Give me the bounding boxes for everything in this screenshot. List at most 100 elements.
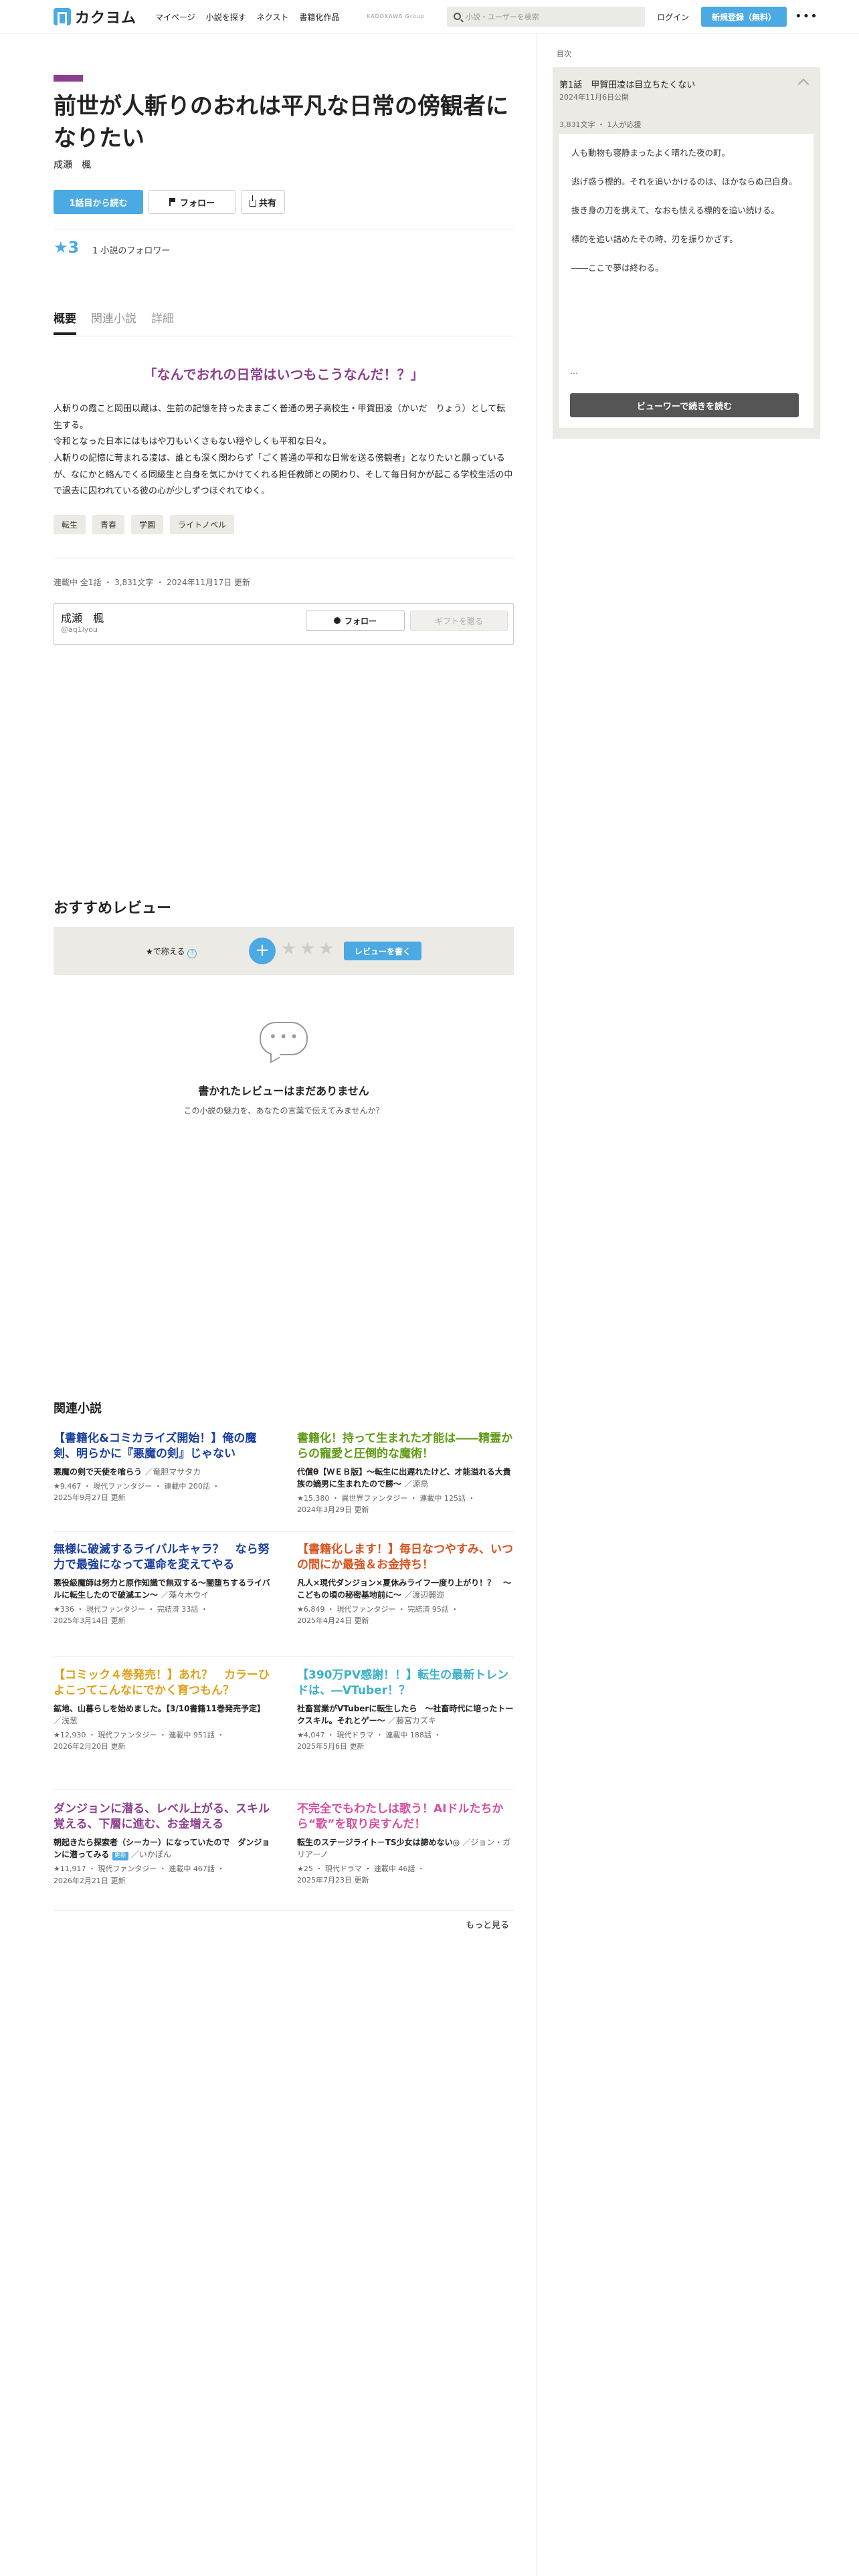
related-meta: ★15,380 ・ 異世界ファンタジー ・ 連載中 125話 ・ 2024年3月2… xyxy=(297,1493,516,1516)
login-link[interactable]: ログイン xyxy=(657,11,689,23)
related-meta: ★336 ・ 現代ファンタジー ・ 完結済 33話 ・ 2025年3月14日 更新 xyxy=(54,1604,273,1627)
episode-title[interactable]: 第1話 甲賀田凌は目立ちたくない xyxy=(559,78,695,90)
signup-button[interactable]: 新規登録（無料） xyxy=(701,7,787,27)
related-work-title[interactable]: 悪役級魔師は努力と原作知識で無双する～闇堕ちするライバルに転生したので破滅エン～… xyxy=(54,1577,273,1601)
related-meta-line: 2025年3月14日 更新 xyxy=(54,1616,126,1626)
intro-paragraph: 人斬りの記憶に苛まれる凌は、誰とも深く関わらず「ごく普通の平和な日常を送る傍観者… xyxy=(54,453,513,497)
read-from-first-button[interactable]: 1話目から読む xyxy=(54,190,143,214)
add-star-button[interactable]: + xyxy=(249,938,276,964)
related-item[interactable]: 【書籍化します！】毎日なつやすみ、いつの間にか最強＆お金持ち！ 凡人×現代ダンジョ… xyxy=(297,1542,516,1627)
related-catchphrase[interactable]: 【390万PV感謝！！】転生の最新トレンドは、―VTuber！？ xyxy=(297,1668,516,1699)
related-author[interactable]: ／藤宮カズキ xyxy=(388,1716,436,1725)
tag[interactable]: 青春 xyxy=(92,515,125,534)
related-work-title[interactable]: 鉱地、山暮らしを始めました。【3/10書籍11巻発売予定】 ／浅葱 xyxy=(54,1703,273,1727)
tab-overview[interactable]: 概要 xyxy=(54,309,76,335)
more-menu-icon[interactable]: ••• xyxy=(795,9,818,23)
related-meta-line: ★6,849 ・ 現代ファンタジー ・ 完結済 95話 ・ xyxy=(297,1604,459,1614)
preview-line: 逃げ惑う標的。それを追いかけるのは、ほかならぬ己自身。 xyxy=(571,176,797,187)
write-review-button[interactable]: レビューを書く xyxy=(344,942,421,960)
nav-next[interactable]: ネクスト xyxy=(257,11,289,23)
related-author[interactable]: ／藻々木ウイ xyxy=(161,1590,209,1600)
related-work-name: 転生のステージライト－TS少女は諦めない◎ xyxy=(297,1837,460,1847)
related-work-title[interactable]: 朝起きたら探索者（シーカー）になっていたので ダンジョンに潜ってみる 更新 ／い… xyxy=(54,1836,273,1861)
related-item[interactable]: 無様に破滅するライバルキャラ？ なら努力で最強になって運命を変えてやる悪役級魔師… xyxy=(54,1542,273,1627)
tab-details[interactable]: 詳細 xyxy=(151,309,174,335)
share-button[interactable]: 共有 xyxy=(241,190,285,214)
related-meta: ★12,930 ・ 現代ファンタジー ・ 連載中 951話 ・ 2026年2月20… xyxy=(54,1729,273,1753)
star-rating: ★3 xyxy=(54,238,80,257)
empty-star-icon[interactable]: ★ xyxy=(318,939,334,959)
related-item[interactable]: 書籍化！持って生まれた才能は――精霊からの寵愛と圧倒的な魔術！ 代償θ【ＷＥＢ版】… xyxy=(297,1431,516,1516)
tag[interactable]: 転生 xyxy=(54,515,86,534)
related-catchphrase[interactable]: 無様に破滅するライバルキャラ？ なら努力で最強になって運命を変えてやる xyxy=(54,1542,273,1573)
related-item[interactable]: ダンジョンに潜る、レベル上がる、スキル覚える、下層に進む、お金増える朝起きたら探… xyxy=(54,1802,273,1887)
no-reviews-title: 書かれたレビューはまだありません xyxy=(198,1085,369,1097)
related-author[interactable]: ／いかぽん xyxy=(131,1850,171,1859)
tab-related[interactable]: 関連小説 xyxy=(91,309,136,335)
related-catchphrase[interactable]: 【書籍化します！】毎日なつやすみ、いつの間にか最強＆お金持ち！ xyxy=(297,1542,516,1573)
nav-published[interactable]: 書籍化作品 xyxy=(299,11,339,23)
site-logo[interactable]: カクヨム xyxy=(54,6,136,27)
empty-star-icon[interactable]: ★ xyxy=(300,939,315,959)
share-icon xyxy=(249,195,256,207)
related-item[interactable]: 不完全でもわたしは歌う！AIドルたちから“歌”を取り戻すんだ！ 転生のステージライ… xyxy=(297,1802,516,1887)
tag[interactable]: ライトノベル xyxy=(170,515,235,534)
nav-mypage[interactable]: マイページ xyxy=(155,11,195,23)
related-item[interactable]: 【書籍化&コミカライズ開始！】俺の魔剣、明らかに『悪魔の剣』じゃない悪魔の剣で天… xyxy=(54,1431,273,1504)
related-author[interactable]: ／渡辺麗迩 xyxy=(404,1590,444,1600)
author-link[interactable]: 成瀬 楓 xyxy=(54,158,91,171)
related-meta-line: ★11,917 ・ 現代ファンタジー ・ 連載中 467話 ・ xyxy=(54,1864,225,1874)
nav-find-novels[interactable]: 小説を探す xyxy=(206,11,246,23)
related-work-title[interactable]: 社畜営業がVTuberに転生したら ～社畜時代に培ったトークスキル。それとゲー～… xyxy=(297,1703,516,1727)
speech-bubble-icon: ••• xyxy=(260,1022,308,1055)
related-meta: ★4,047 ・ 現代ドラマ ・ 連載中 188話 ・ 2025年5月6日 更新 xyxy=(297,1729,516,1753)
work-meta: 連載中 全1話 ・ 3,831文字 ・ 2024年11月17日 更新 xyxy=(54,578,250,587)
related-meta-line: ★4,047 ・ 現代ドラマ ・ 連載中 188話 ・ xyxy=(297,1730,442,1739)
preview-line: 人も動物も寝静まったよく晴れた夜の町。 xyxy=(571,148,731,158)
preview-line: 標的を追い詰めたその時、刃を振りかざす。 xyxy=(571,233,738,244)
user-plus-icon xyxy=(333,617,341,624)
help-icon[interactable]: ? xyxy=(187,949,197,958)
main-nav: マイページ 小説を探す ネクスト 書籍化作品 xyxy=(155,11,339,23)
related-heading: 関連小説 xyxy=(54,1402,102,1416)
preview-line: 抜き身の刀を携えて、なおも怯える標的を追い続ける。 xyxy=(571,205,779,215)
related-meta-line: ★12,930 ・ 現代ファンタジー ・ 連載中 951話 ・ xyxy=(54,1730,225,1739)
related-item[interactable]: 【390万PV感謝！！】転生の最新トレンドは、―VTuber！？ 社畜営業がVTu… xyxy=(297,1668,516,1753)
related-author[interactable]: ／浅葱 xyxy=(54,1716,78,1725)
related-work-title[interactable]: 悪魔の剣で天使を喰らう ／竜胆マサタカ xyxy=(54,1466,273,1478)
author-card-name[interactable]: 成瀬 楓 xyxy=(61,609,104,625)
viewer-continue-button[interactable]: ビューワーで続きを読む xyxy=(570,393,799,417)
logo-mark-icon xyxy=(54,8,71,25)
follow-label: フォロー xyxy=(179,198,215,209)
follow-author-button[interactable]: フォロー xyxy=(306,611,405,631)
related-meta-line: 2026年2月21日 更新 xyxy=(54,1876,126,1885)
related-author[interactable]: ／竜胆マサタカ xyxy=(145,1467,201,1477)
related-catchphrase[interactable]: ダンジョンに潜る、レベル上がる、スキル覚える、下層に進む、お金増える xyxy=(54,1802,273,1832)
toc-label: 目次 xyxy=(557,49,571,58)
search-input[interactable]: 小説・ユーザーを検索 xyxy=(447,7,645,27)
related-meta: ★9,467 ・ 現代ファンタジー ・ 連載中 200話 ・ 2025年9月27日… xyxy=(54,1481,273,1504)
tag[interactable]: 学園 xyxy=(131,515,164,534)
related-work-name: 鉱地、山暮らしを始めました。【3/10書籍11巻発売予定】 xyxy=(54,1703,266,1713)
related-catchphrase[interactable]: 【書籍化&コミカライズ開始！】俺の魔剣、明らかに『悪魔の剣』じゃない xyxy=(54,1431,273,1462)
review-action-bar: ★で称える? + ★ ★ ★ レビューを書く xyxy=(54,927,514,975)
work-title: 前世が人斬りのおれは平凡な日常の傍観者になりたい xyxy=(54,93,508,152)
related-work-title[interactable]: 代償θ【ＷＥＢ版】～転生に出遅れたけど、才能溢れる大貴族の嫡男に生まれたので勝～… xyxy=(297,1466,516,1490)
related-divider xyxy=(54,1910,514,1911)
show-more-link[interactable]: もっと見る xyxy=(466,1918,509,1931)
related-work-name: 悪魔の剣で天使を喰らう xyxy=(54,1467,142,1477)
related-catchphrase[interactable]: 書籍化！持って生まれた才能は――精霊からの寵愛と圧倒的な魔術！ xyxy=(297,1431,516,1462)
send-gift-button[interactable]: ギフトを贈る xyxy=(410,611,508,631)
bubble-dots: ••• xyxy=(269,1029,301,1045)
related-work-title[interactable]: 凡人×現代ダンジョン×夏休みライフ一度り上がり！？ ～こどもの頃の秘密基地前に～… xyxy=(297,1577,516,1601)
star-praise-text: ★で称える xyxy=(146,947,185,956)
follow-work-button[interactable]: フォロー xyxy=(149,190,235,214)
related-author[interactable]: ／源鳥 xyxy=(404,1479,428,1489)
share-label: 共有 xyxy=(258,198,276,209)
related-item[interactable]: 【コミック４巻発売！】あれ？ カラーひよこってこんなにでかく育つもん？ 鉱地、山暮… xyxy=(54,1668,273,1753)
related-catchphrase[interactable]: 【コミック４巻発売！】あれ？ カラーひよこってこんなにでかく育つもん？ xyxy=(54,1668,273,1699)
empty-star-icon[interactable]: ★ xyxy=(281,939,296,959)
related-catchphrase[interactable]: 不完全でもわたしは歌う！AIドルたちから“歌”を取り戻すんだ！ xyxy=(297,1802,516,1832)
related-work-title[interactable]: 転生のステージライト－TS少女は諦めない◎ ／ジョン・ガリアーノ xyxy=(297,1836,516,1860)
episode-meta: 3,831文字 ・ 1人が応援 xyxy=(559,120,642,129)
